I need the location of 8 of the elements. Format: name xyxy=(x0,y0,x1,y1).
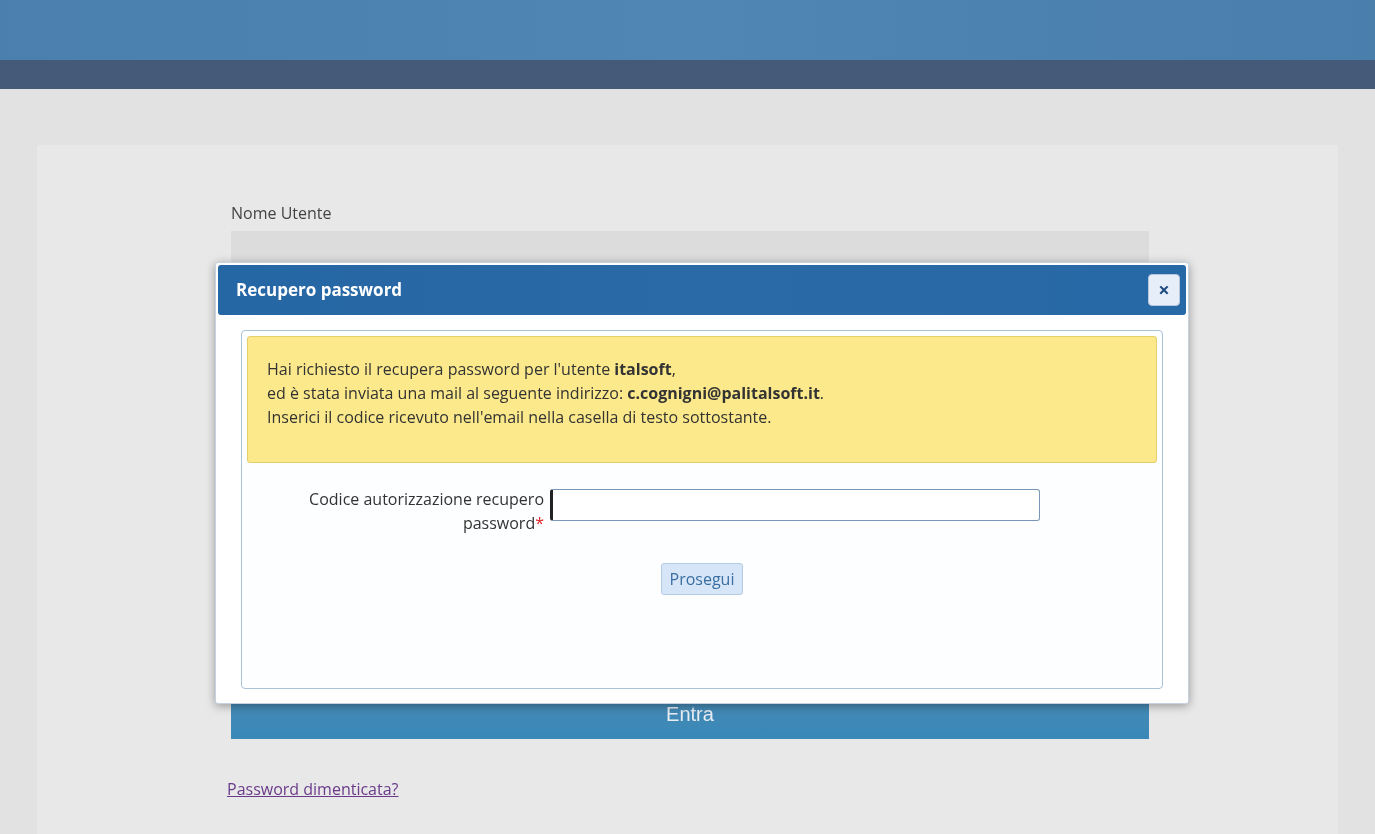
recovery-message: Hai richiesto il recupera password per l'utente italsoft, ed è stata inviata una mail al seguente indirizzo: c.cognigni@palitalsoft.it. Inserici il codice ricevuto nell'email nella casella di testo sottostante. xyxy=(247,336,1157,463)
close-button[interactable]: × xyxy=(1148,274,1180,306)
forgot-password-link[interactable]: Password dimenticata? xyxy=(227,777,399,801)
continue-button[interactable]: Prosegui xyxy=(660,563,744,595)
field-label: Nome Utente xyxy=(231,201,332,225)
authorization-code-field[interactable] xyxy=(550,489,1040,521)
dialog-title: Recupero password xyxy=(236,277,403,303)
field-label: Codice autorizzazione recupero password* xyxy=(308,487,544,535)
